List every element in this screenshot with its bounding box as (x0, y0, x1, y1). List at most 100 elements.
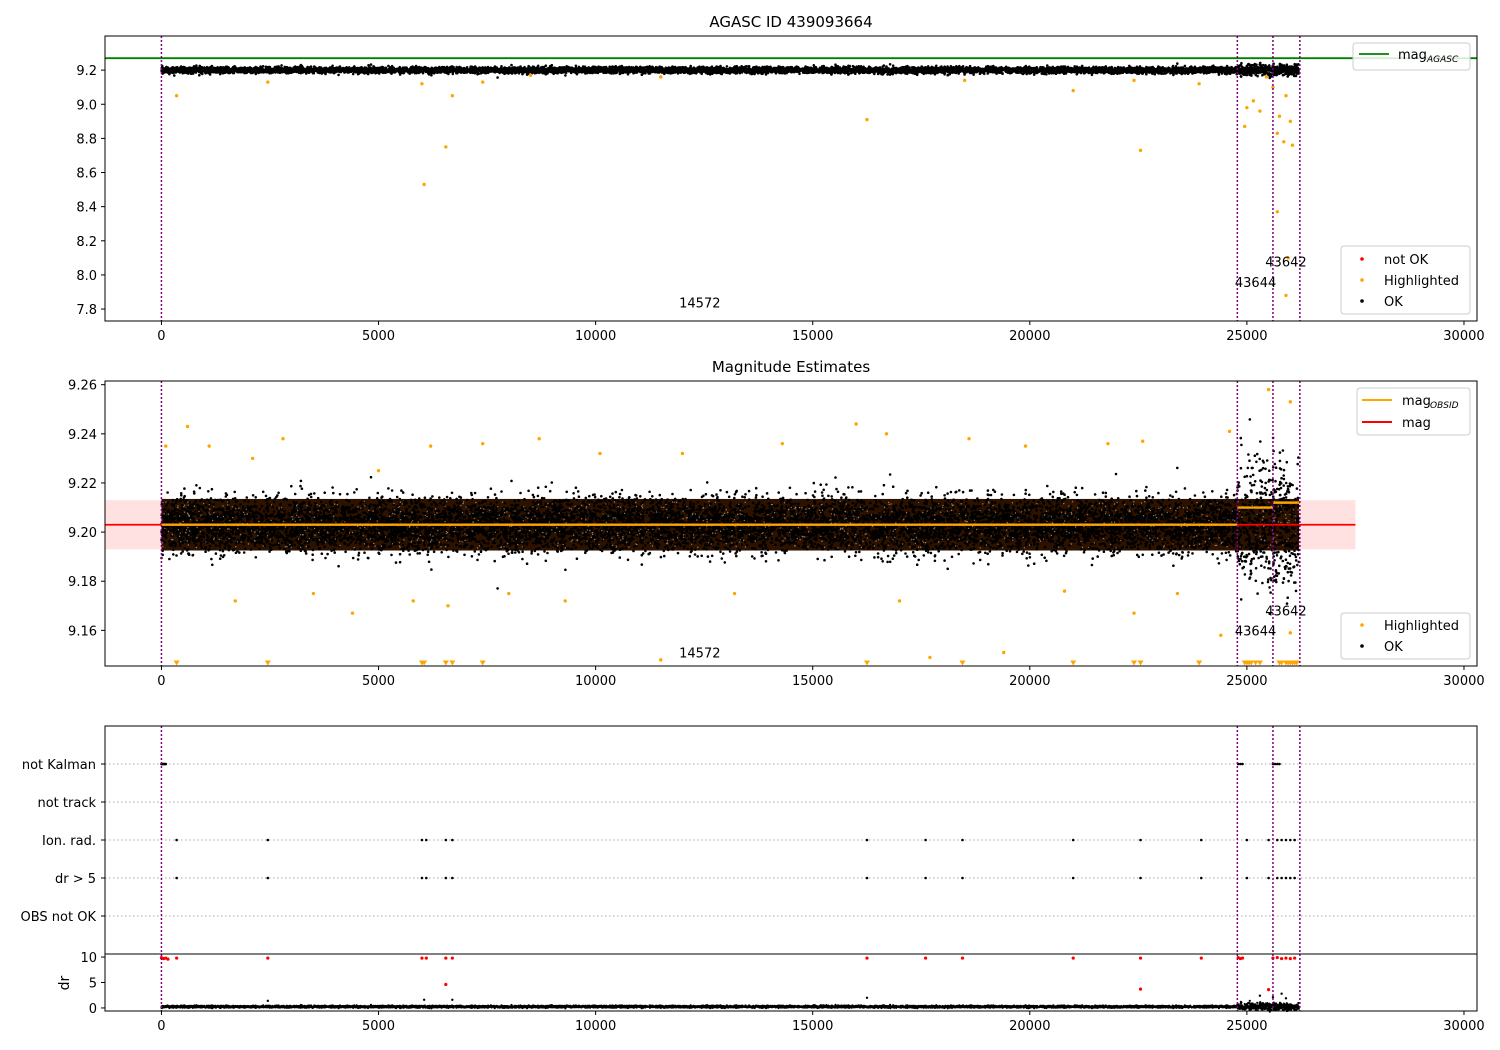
highlighted-point (1219, 633, 1223, 637)
y-tick-label: 9.26 (68, 379, 97, 394)
flag-point (1071, 838, 1075, 842)
flag-point (1293, 838, 1296, 842)
x-tick-label: 30000 (1443, 329, 1484, 344)
highlighted-point (174, 94, 179, 98)
highlighted-point (884, 432, 889, 436)
not-ok-point (1288, 956, 1292, 961)
x-tick-label: 15000 (792, 1019, 833, 1034)
highlighted-point (1284, 94, 1288, 98)
flag-point (424, 876, 428, 880)
highlighted-point (481, 441, 485, 446)
panel-1-title: AGASC ID 439093664 (709, 13, 872, 31)
highlighted-point (1290, 143, 1295, 147)
y-tick-label: 7.8 (76, 303, 97, 318)
not-ok-point (960, 956, 965, 960)
highlighted-point (1288, 119, 1293, 124)
highlighted-point (411, 599, 415, 603)
out-of-range-marker (479, 660, 486, 666)
highlighted-point (1062, 589, 1067, 593)
highlighted-point (1288, 400, 1293, 404)
highlighted-point (428, 444, 433, 448)
y-tick-label: 8.8 (76, 132, 97, 147)
not-ok-point (1199, 956, 1203, 960)
x-tick-label: 10000 (575, 329, 616, 344)
obsid-annotation: 14572 (679, 646, 720, 661)
y-tick-label: 8.6 (76, 167, 97, 182)
not-ok-point (865, 956, 869, 960)
out-of-range-marker (449, 660, 456, 666)
x-tick-label: 0 (157, 674, 165, 689)
highlighted-point (1106, 441, 1110, 446)
flag-point (1245, 876, 1249, 880)
highlighted-point (1023, 444, 1028, 448)
obsid-annotation: 43644 (1235, 276, 1276, 291)
flag-point (444, 838, 448, 842)
highlighted-point (1277, 114, 1282, 118)
legend-point-swatch (1360, 257, 1364, 261)
flag-point (420, 838, 424, 842)
y-tick-label: 9.16 (68, 624, 97, 639)
y-tick-label: 8.4 (76, 201, 97, 216)
y-tick-label: 9.18 (68, 575, 97, 590)
highlighted-point (598, 451, 602, 456)
flag-point (1280, 876, 1283, 880)
panel-2-title: Magnitude Estimates (712, 358, 870, 376)
x-tick-label: 30000 (1443, 674, 1484, 689)
flag-category-label: not track (37, 796, 96, 811)
highlighted-point (659, 75, 663, 79)
highlighted-point (1138, 148, 1143, 153)
flag-point (266, 838, 270, 842)
ok-point (865, 996, 869, 999)
panel-3-frame (104, 725, 1478, 955)
flag-point (420, 876, 424, 880)
flag-point (1241, 762, 1244, 766)
highlighted-point (1243, 124, 1247, 129)
not-ok-point (1240, 956, 1245, 960)
x-tick-label: 5000 (362, 329, 395, 344)
legend-point-label: OK (1384, 640, 1403, 655)
highlighted-point (311, 591, 316, 596)
highlighted-point (865, 117, 869, 122)
y-tick-label: 8.2 (76, 235, 97, 250)
highlighted-point (164, 444, 168, 448)
highlighted-point (266, 80, 270, 84)
out-of-range-marker (863, 660, 870, 666)
flag-point (1293, 876, 1296, 880)
ok-points (160, 999, 1300, 1013)
obsid-annotation: 43642 (1265, 255, 1306, 270)
not-ok-point (1138, 987, 1143, 991)
highlighted-point (563, 599, 567, 603)
flag-point (164, 762, 168, 766)
not-ok-point (424, 956, 428, 960)
panel-flags: not Kalman not track Ion. rad. dr > 5 OBS no… (21, 725, 1478, 955)
legend-point-swatch (1360, 299, 1364, 303)
y-tick-label: 10 (80, 951, 97, 966)
out-of-range-marker (173, 660, 180, 666)
highlighted-point (1140, 439, 1145, 443)
flag-category-label: not Kalman (22, 758, 96, 773)
out-of-range-marker (1070, 660, 1077, 666)
x-tick-label: 20000 (1009, 674, 1050, 689)
highlighted-point (1288, 631, 1293, 635)
ok-point (1280, 992, 1283, 995)
flag-point (1289, 838, 1292, 842)
highlighted-point (928, 655, 932, 660)
flag-point (1284, 876, 1288, 880)
x-tick-label: 25000 (1226, 329, 1267, 344)
highlighted-point (281, 437, 285, 441)
highlighted-point (507, 591, 511, 596)
not-ok-point (1138, 956, 1143, 960)
not-ok-point (1284, 956, 1288, 960)
out-of-range-marker (1256, 660, 1263, 666)
highlighted-point (185, 424, 190, 429)
x-tick-label: 0 (157, 1019, 165, 1034)
panel-dr: 0 5000 10000 15000 20000 25000 30000 0 5 10 dr (57, 951, 1485, 1034)
legend-point-label: not OK (1384, 253, 1429, 268)
highlighted-point (207, 444, 211, 448)
highlighted-point (897, 599, 902, 603)
out-of-range-marker (1131, 660, 1137, 666)
highlighted-point (1002, 650, 1006, 655)
highlighted-point (1132, 611, 1136, 615)
legend-line-subscript: AGASC (1426, 55, 1459, 65)
not-ok-point (444, 982, 448, 987)
